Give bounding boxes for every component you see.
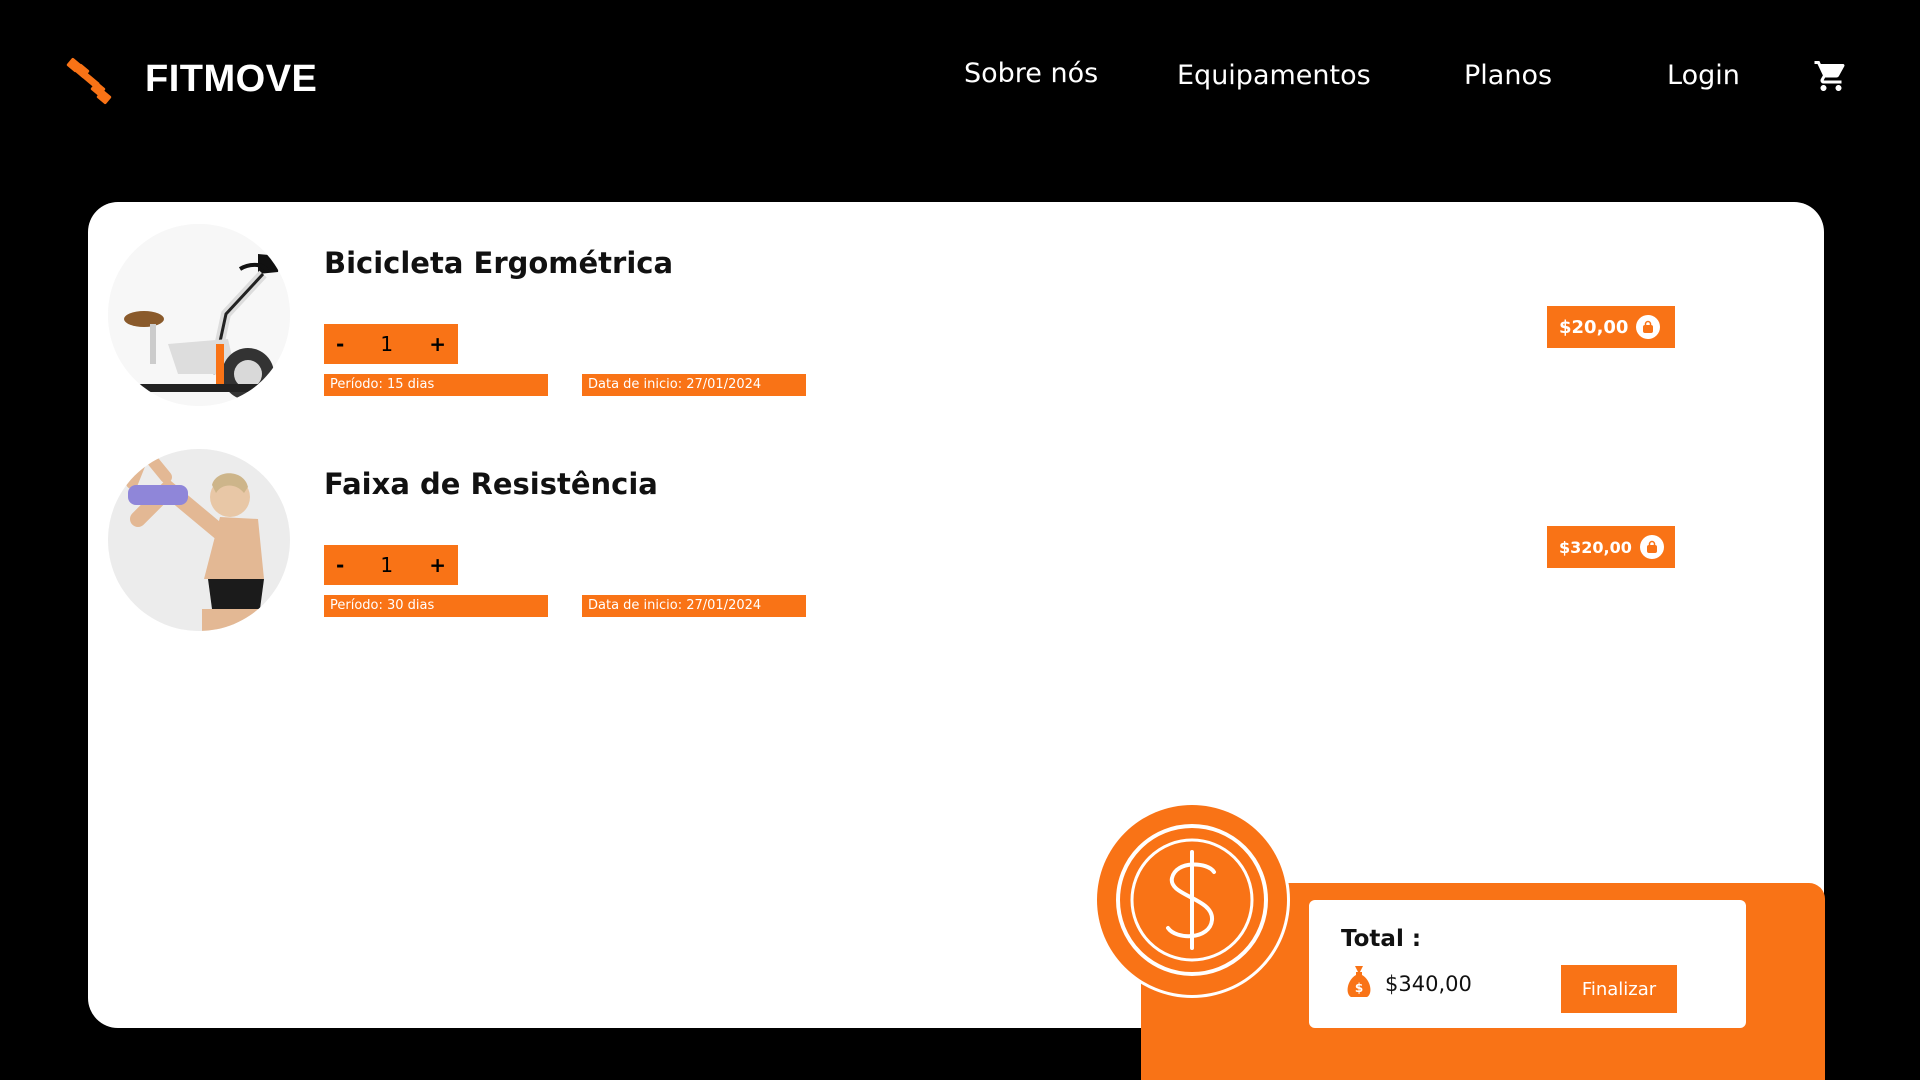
money-bag-icon: $ xyxy=(1347,966,1371,997)
quantity-stepper[interactable]: - 1 + xyxy=(324,545,458,585)
cart-item: Faixa de Resistência - 1 + Período: 30 d… xyxy=(88,449,1824,649)
quantity-value: 1 xyxy=(380,332,394,356)
bag-icon xyxy=(1636,315,1661,339)
start-date-tag: Data de inicio: 27/01/2024 xyxy=(582,374,806,396)
dumbbell-icon[interactable] xyxy=(66,56,112,106)
start-date-tag: Data de inicio: 27/01/2024 xyxy=(582,595,806,617)
nav-equipamentos[interactable]: Equipamentos xyxy=(1177,60,1371,91)
exercise-bike-image xyxy=(108,224,290,406)
nav-login[interactable]: Login xyxy=(1667,60,1740,91)
nav-sobre-nos[interactable]: Sobre nós xyxy=(964,58,1098,89)
quantity-value: 1 xyxy=(380,553,394,577)
period-tag: Período: 15 dias xyxy=(324,374,548,396)
total-label: Total : xyxy=(1341,926,1422,952)
item-title: Faixa de Resistência xyxy=(324,467,658,501)
total-value: $340,00 xyxy=(1385,972,1472,996)
decrement-button[interactable]: - xyxy=(336,332,344,356)
price-value: $320,00 xyxy=(1559,537,1632,557)
cart-item: Bicicleta Ergométrica - 1 + Período: 15 … xyxy=(88,224,1824,424)
svg-text:$: $ xyxy=(1355,981,1363,995)
dollar-coin-icon xyxy=(1094,802,1290,998)
brand-name[interactable]: FITMOVE xyxy=(145,58,317,101)
price-badge[interactable]: $320,00 xyxy=(1547,526,1675,568)
item-title: Bicicleta Ergométrica xyxy=(324,246,674,280)
period-tag: Período: 30 dias xyxy=(324,595,548,617)
decrement-button[interactable]: - xyxy=(336,553,344,577)
total-box: Total : $ $340,00 Finalizar xyxy=(1309,900,1746,1028)
increment-button[interactable]: + xyxy=(429,553,446,577)
price-value: $20,00 xyxy=(1559,316,1629,338)
price-badge[interactable]: $20,00 xyxy=(1547,306,1675,348)
bag-icon xyxy=(1639,535,1664,559)
quantity-stepper[interactable]: - 1 + xyxy=(324,324,458,364)
resistance-band-image xyxy=(108,449,290,631)
finalize-button[interactable]: Finalizar xyxy=(1561,965,1677,1013)
increment-button[interactable]: + xyxy=(429,332,446,356)
nav-planos[interactable]: Planos xyxy=(1464,60,1552,91)
cart-icon[interactable] xyxy=(1812,58,1850,94)
